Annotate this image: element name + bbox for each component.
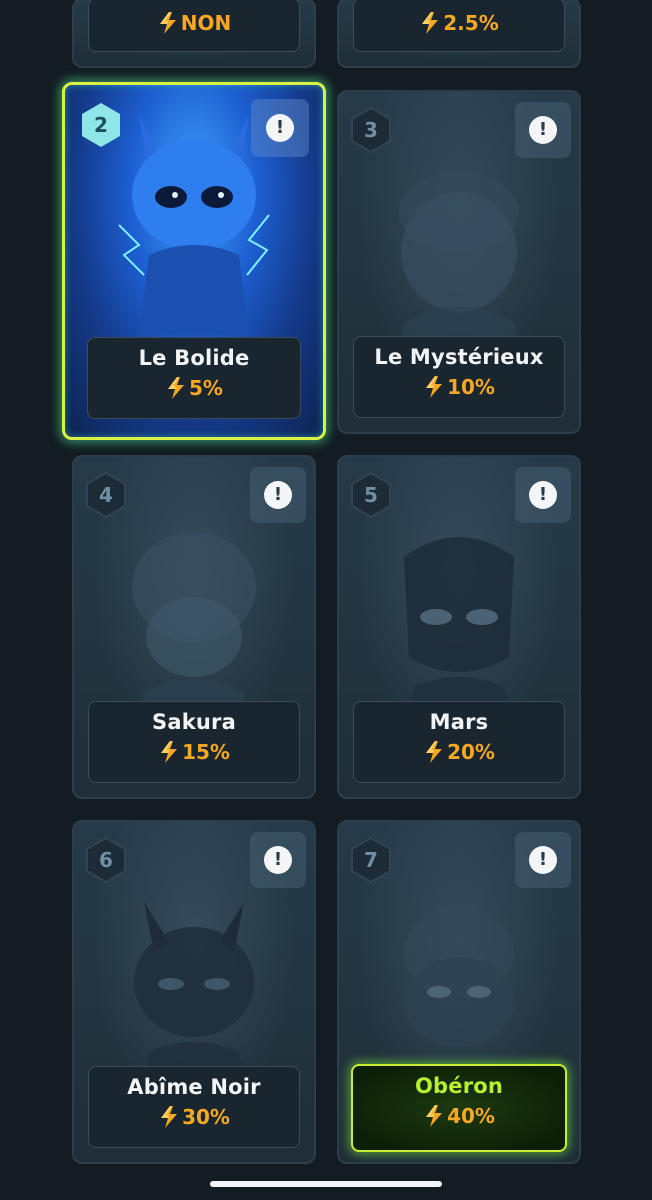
card-label-box: Mars 20%	[353, 701, 565, 783]
card-label-box: Sakura 15%	[88, 701, 300, 783]
card-percent: 5%	[165, 376, 223, 400]
exclamation-circle-icon: !	[264, 481, 292, 509]
lightning-bolt-icon	[161, 1106, 178, 1128]
level-badge: 6	[82, 836, 130, 884]
lightning-bolt-icon	[426, 741, 443, 763]
exclamation-circle-icon: !	[529, 481, 557, 509]
character-card-abime-noir[interactable]: 6 ! Abîme Noir 30%	[72, 820, 316, 1164]
lightning-bolt-icon	[426, 376, 443, 398]
level-badge: 7	[347, 836, 395, 884]
character-card-le-mysterieux[interactable]: 3 ! Le Mystérieux 10%	[337, 90, 581, 434]
card-label-box: Le Mystérieux 10%	[353, 336, 565, 418]
info-button[interactable]: !	[515, 102, 571, 158]
card-name: Le Mystérieux	[374, 345, 544, 369]
lightning-bolt-icon	[161, 741, 178, 763]
card-percent: 40%	[423, 1104, 495, 1128]
card-label-box-special: Obéron 40%	[351, 1064, 567, 1152]
exclamation-circle-icon: !	[264, 846, 292, 874]
lightning-bolt-icon	[159, 12, 176, 34]
card-percent: 2.5%	[419, 11, 499, 35]
info-button[interactable]: !	[515, 467, 571, 523]
level-badge: 2	[77, 101, 125, 149]
card-name: Le Bolide	[138, 346, 250, 370]
card-partial-left[interactable]: NON	[72, 0, 316, 68]
exclamation-circle-icon: !	[529, 846, 557, 874]
exclamation-circle-icon: !	[266, 114, 294, 142]
card-label-box: 2.5%	[353, 0, 565, 52]
card-percent: 15%	[158, 740, 230, 764]
info-button[interactable]: !	[251, 99, 309, 157]
card-name: Abîme Noir	[127, 1075, 261, 1099]
card-label-box: Abîme Noir 30%	[88, 1066, 300, 1148]
card-percent: NON	[157, 11, 231, 35]
card-name: Obéron	[414, 1074, 504, 1098]
card-label-box: NON	[88, 0, 300, 52]
card-percent: 10%	[423, 375, 495, 399]
exclamation-circle-icon: !	[529, 116, 557, 144]
card-percent: 20%	[423, 740, 495, 764]
card-name: Mars	[429, 710, 489, 734]
character-card-le-bolide[interactable]: 2 ! Le Bolide 5%	[62, 82, 326, 440]
lightning-bolt-icon	[426, 1105, 443, 1127]
lightning-bolt-icon	[168, 377, 185, 399]
lightning-bolt-icon	[422, 12, 439, 34]
character-card-sakura[interactable]: 4 ! Sakura 15%	[72, 455, 316, 799]
info-button[interactable]: !	[515, 832, 571, 888]
card-label-box: Le Bolide 5%	[87, 337, 301, 419]
level-badge: 5	[347, 471, 395, 519]
card-percent: 30%	[158, 1105, 230, 1129]
info-button[interactable]: !	[250, 832, 306, 888]
info-button[interactable]: !	[250, 467, 306, 523]
character-card-oberon[interactable]: 7 ! Obéron 40%	[337, 820, 581, 1164]
character-card-mars[interactable]: 5 ! Mars 20%	[337, 455, 581, 799]
home-indicator[interactable]	[210, 1181, 442, 1187]
card-name: Sakura	[152, 710, 236, 734]
screen: NON 2.5% 2 ! Le Bolide 5% 3 ! Le Mystéri…	[0, 0, 652, 1200]
level-badge: 4	[82, 471, 130, 519]
level-badge: 3	[347, 106, 395, 154]
card-partial-right[interactable]: 2.5%	[337, 0, 581, 68]
